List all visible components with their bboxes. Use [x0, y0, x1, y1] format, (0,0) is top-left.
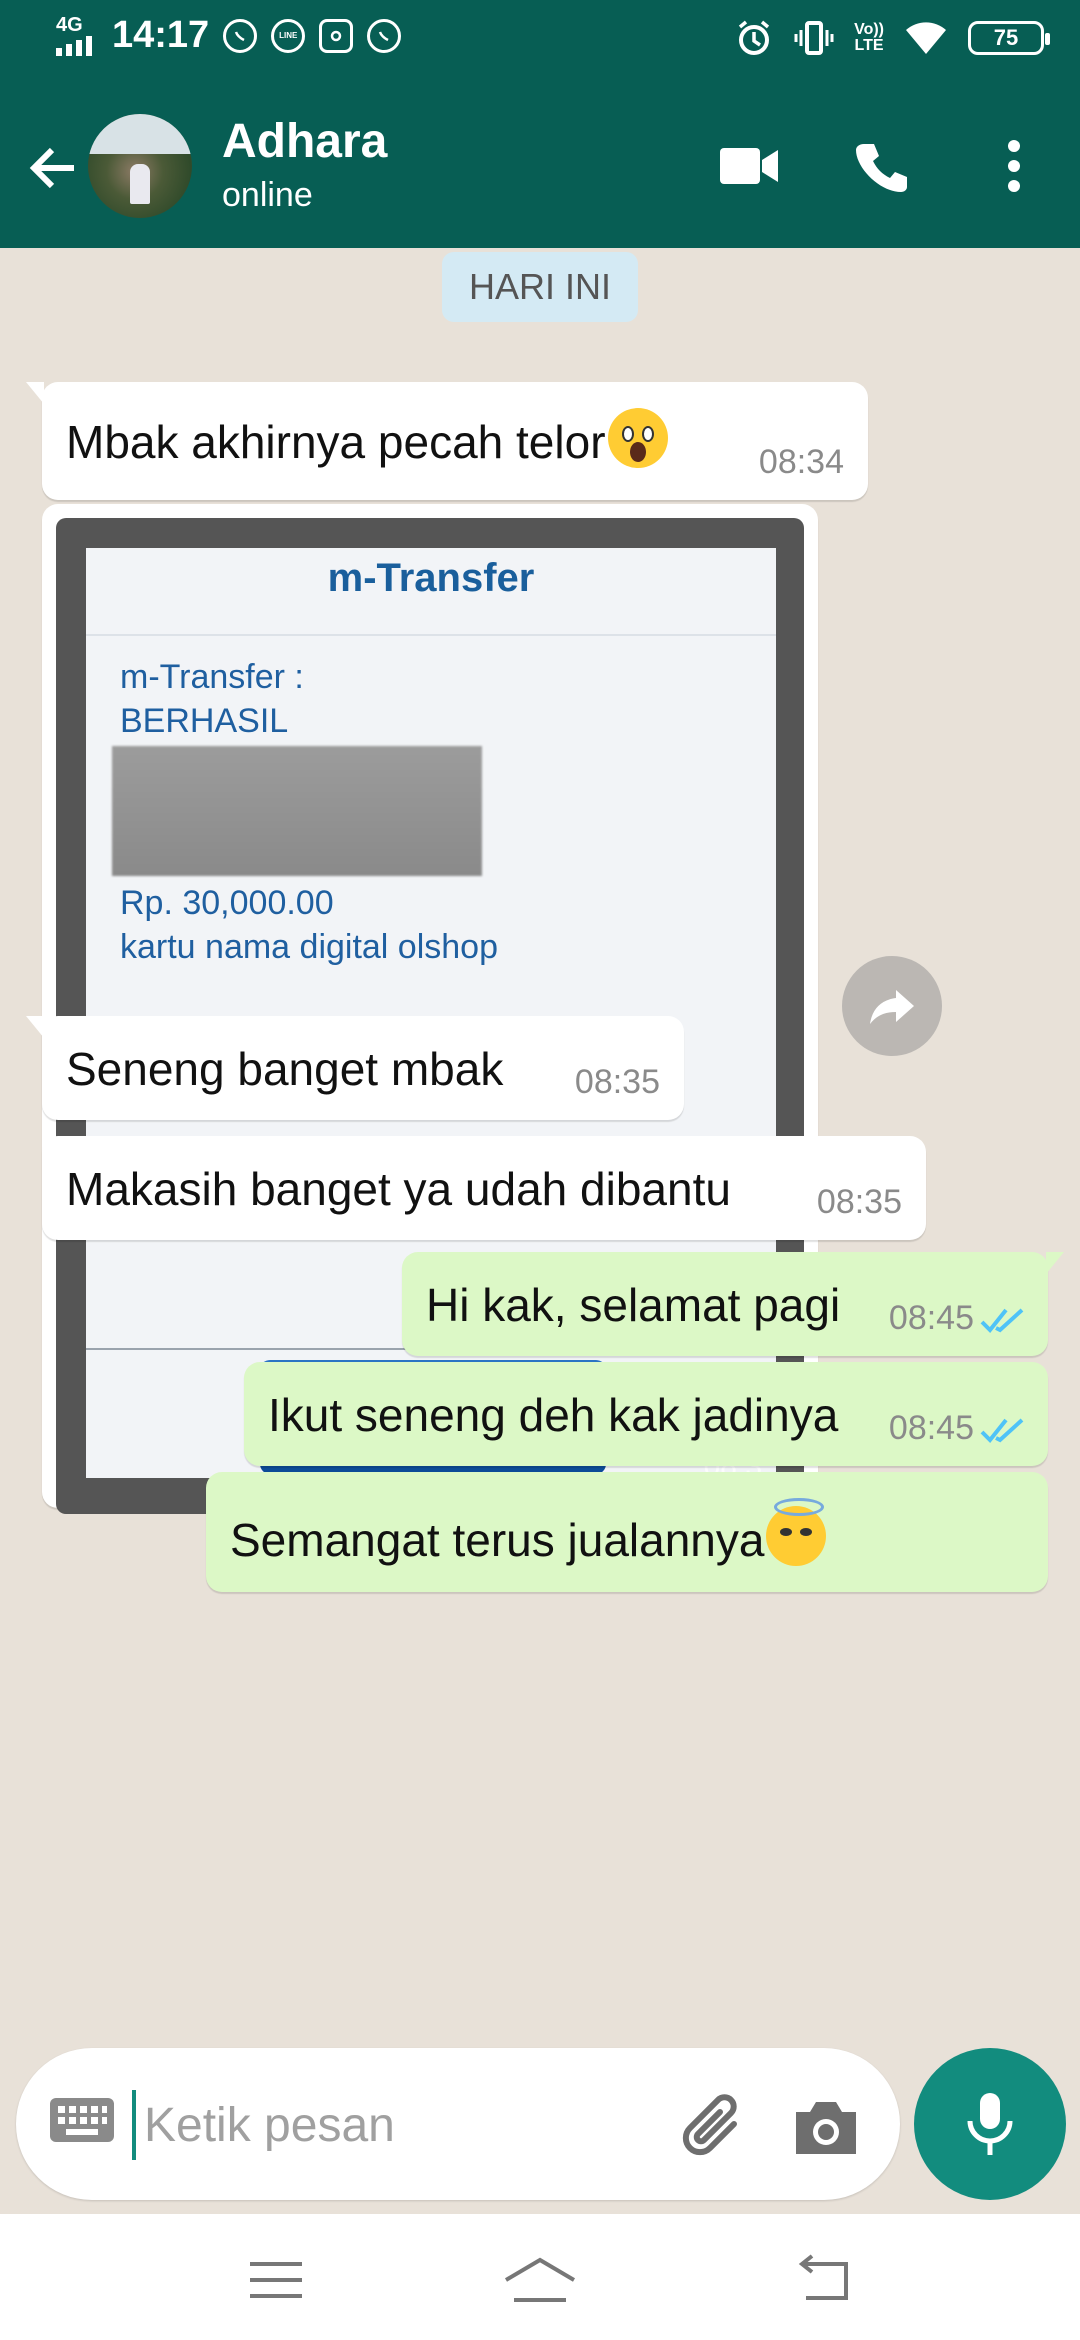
- message-outgoing[interactable]: Hi kak, selamat pagi 08:45: [402, 1252, 1064, 1356]
- message-incoming[interactable]: Seneng banget mbak 08:35: [26, 1016, 684, 1120]
- video-call-icon[interactable]: [714, 130, 786, 202]
- battery-icon: 75: [968, 21, 1050, 55]
- message-text-wrap: Semangat terus jualannya: [230, 1498, 827, 1567]
- message-outgoing[interactable]: Semangat terus jualannya: [206, 1472, 1048, 1592]
- network-type: 4G: [56, 13, 83, 36]
- face-screaming-emoji: [607, 408, 668, 468]
- back-icon[interactable]: [784, 2250, 864, 2310]
- status-bar: 4G 14:17 LINE Vo)) LTE 75: [0, 0, 1080, 84]
- mic-button[interactable]: [914, 2048, 1066, 2200]
- receipt-note: kartu nama digital olshop: [120, 928, 499, 966]
- message-text: Ikut seneng deh kak jadinya: [268, 1389, 839, 1441]
- avatar[interactable]: [88, 114, 192, 218]
- message-incoming[interactable]: Mbak akhirnya pecah telor 08:34: [26, 382, 868, 500]
- redacted-block: [112, 746, 482, 876]
- message-input-bar[interactable]: Ketik pesan: [16, 2048, 900, 2200]
- message-text: Seneng banget mbak: [66, 1043, 504, 1095]
- lte-label: LTE: [854, 37, 884, 54]
- receipt-amount: Rp. 30,000.00: [120, 884, 334, 922]
- instagram-icon: [319, 18, 354, 53]
- volte-label: Vo)): [854, 21, 884, 38]
- voice-call-icon[interactable]: [846, 130, 918, 202]
- status-bar-right: Vo)) LTE 75: [734, 18, 1050, 58]
- battery-level: 75: [993, 25, 1019, 50]
- home-icon[interactable]: [500, 2250, 580, 2310]
- signal-icon: [56, 35, 92, 56]
- message-incoming[interactable]: Makasih banget ya udah dibantu 08:35: [42, 1136, 926, 1240]
- message-text: Semangat terus jualannya: [230, 1514, 765, 1566]
- date-chip: HARI INI: [442, 252, 638, 322]
- forward-icon[interactable]: [842, 956, 942, 1056]
- smiling-face-with-halo-emoji: [766, 1498, 827, 1566]
- message-input[interactable]: Ketik pesan: [144, 2098, 395, 2153]
- whatsapp-icon: [223, 18, 258, 53]
- receipt-status: BERHASIL: [120, 702, 289, 740]
- chat-header: Adhara online: [0, 84, 1080, 248]
- alarm-icon: [738, 20, 770, 55]
- receipt-line: m-Transfer :: [120, 658, 304, 696]
- message-time: 08:35: [574, 1063, 660, 1101]
- message-time: 08:45: [888, 1299, 974, 1337]
- message-text: Mbak akhirnya pecah telor: [66, 416, 606, 468]
- message-time: 08:35: [816, 1183, 902, 1221]
- status-bar-left: 4G 14:17 LINE: [56, 13, 402, 57]
- whatsapp-icon: [367, 18, 402, 53]
- message-text-wrap: Mbak akhirnya pecah telor: [66, 408, 668, 469]
- receipt-title: m-Transfer: [327, 556, 535, 600]
- mic-icon: [967, 2093, 1013, 2155]
- message-text: Makasih banget ya udah dibantu: [66, 1163, 731, 1215]
- status-time: 14:17: [112, 14, 210, 56]
- read-ticks-icon: [980, 1418, 1024, 1443]
- contact-status: online: [222, 176, 313, 214]
- volte-icon: Vo)) LTE: [854, 22, 884, 54]
- chat-area[interactable]: HARI INI Mbak akhirnya pecah telor 08:34…: [0, 248, 1080, 2038]
- line-icon: LINE: [271, 18, 306, 53]
- vibrate-icon: [794, 21, 834, 55]
- system-nav-bar: [0, 2214, 1080, 2340]
- message-time: 08:34: [758, 443, 844, 481]
- attach-icon[interactable]: [676, 2088, 756, 2168]
- keyboard-icon[interactable]: [50, 2098, 114, 2142]
- back-arrow-icon[interactable]: [24, 140, 80, 196]
- line-icon-label: LINE: [279, 31, 298, 40]
- more-options-icon[interactable]: [978, 130, 1050, 202]
- contact-name[interactable]: Adhara: [222, 114, 387, 169]
- image-message[interactable]: m-Transfer m-Transfer : BERHASIL Rp. 30,…: [42, 504, 818, 1514]
- camera-icon[interactable]: [786, 2088, 866, 2168]
- message-time: 08:45: [888, 1409, 974, 1447]
- message-outgoing[interactable]: Ikut seneng deh kak jadinya 08:45: [244, 1362, 1048, 1466]
- menu-icon[interactable]: [236, 2250, 316, 2310]
- wifi-icon: [906, 22, 946, 54]
- network-indicator: 4G: [56, 13, 92, 56]
- message-text: Hi kak, selamat pagi: [426, 1279, 841, 1331]
- text-cursor: [132, 2090, 136, 2160]
- read-ticks-icon: [980, 1308, 1024, 1333]
